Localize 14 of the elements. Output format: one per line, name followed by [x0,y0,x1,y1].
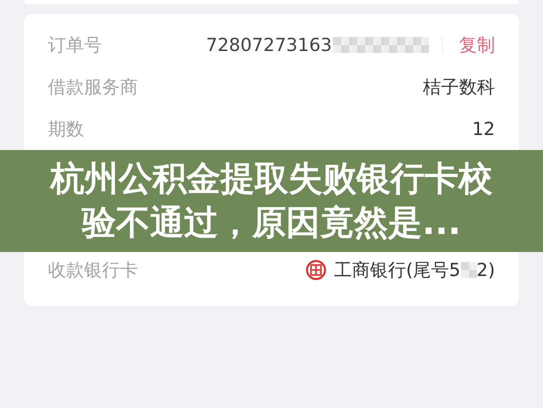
masked-digits-icon [332,37,429,53]
bank-name: 工商银行(尾号5 [334,258,461,282]
copy-link[interactable]: 复制 [459,32,495,58]
row-label: 订单号 [48,34,103,58]
headline: 杭州公积金提取失败银行卡校验不通过，原因竟然是... [48,158,494,245]
row-label: 借款服务商 [48,76,139,100]
order-number: 72807273163 [206,34,332,58]
row-label: 期数 [48,118,85,142]
row-value: 12 [472,118,495,142]
masked-digits-icon [460,262,477,278]
bank-tail: 2) [476,258,495,282]
row-label: 收款银行卡 [48,258,139,282]
row-value: 桔子数科 [423,76,495,100]
bank-logo-icon [306,260,326,280]
